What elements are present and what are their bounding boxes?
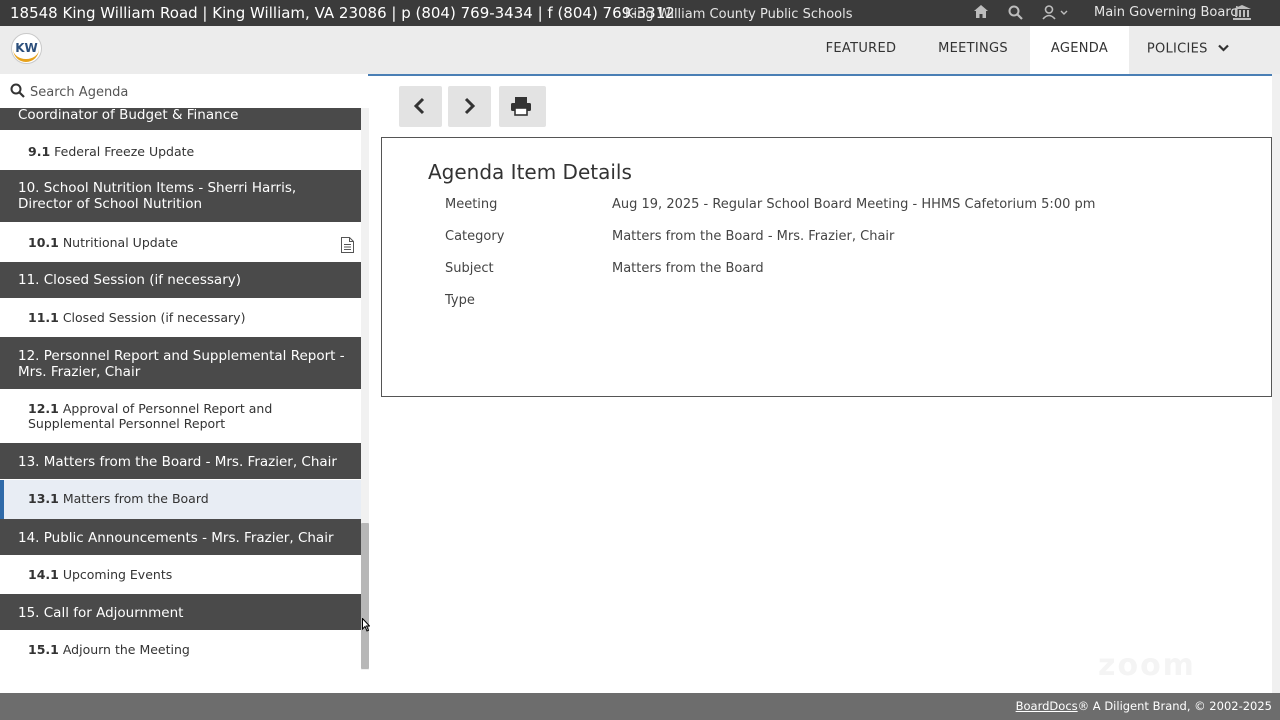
next-item-button[interactable] <box>448 86 491 127</box>
agenda-category[interactable]: 10. School Nutrition Items - Sherri Harr… <box>0 170 361 222</box>
user-icon[interactable] <box>1040 5 1070 21</box>
subject-value: Matters from the Board <box>612 261 764 276</box>
nav-policies-label: POLICIES <box>1146 41 1208 57</box>
item-title: Upcoming Events <box>62 567 173 582</box>
item-number: 11.1 <box>28 310 59 325</box>
category-label: 15. Call for Adjournment <box>18 605 184 621</box>
item-number: 10.1 <box>28 235 59 250</box>
agenda-list: Coordinator of Budget & Finance 9.1 Fede… <box>0 108 361 670</box>
agenda-category[interactable]: 12. Personnel Report and Supplemental Re… <box>0 337 361 389</box>
agenda-category[interactable]: 15. Call for Adjournment <box>0 594 361 630</box>
search-icon[interactable] <box>1006 5 1024 21</box>
category-label: 12. Personnel Report and Supplemental Re… <box>18 348 345 364</box>
agenda-item[interactable]: 9.1 Federal Freeze Update <box>0 144 361 159</box>
agenda-item[interactable]: 10.1 Nutritional Update <box>0 235 361 253</box>
agenda-item-details-panel: Agenda Item Details Meeting Aug 19, 2025… <box>381 137 1272 397</box>
item-title: Federal Freeze Update <box>54 144 195 159</box>
item-title: Nutritional Update <box>62 235 178 250</box>
item-title: Closed Session (if necessary) <box>62 310 246 325</box>
item-number: 12.1 <box>28 401 59 416</box>
district-logo[interactable]: KW <box>11 33 42 64</box>
category-label: Coordinator of Budget & Finance <box>18 108 239 123</box>
agenda-item[interactable]: 11.1 Closed Session (if necessary) <box>0 310 361 325</box>
building-icon[interactable] <box>1232 5 1252 21</box>
meeting-label: Meeting <box>445 197 498 212</box>
nav-featured[interactable]: FEATURED <box>812 26 910 74</box>
agenda-item-selected[interactable]: 13.1 Matters from the Board <box>0 480 361 519</box>
agenda-category[interactable]: Coordinator of Budget & Finance <box>0 108 361 130</box>
nav-underline <box>368 74 1272 76</box>
previous-item-button[interactable] <box>399 86 442 127</box>
nav-policies[interactable]: POLICIES <box>1138 26 1238 74</box>
agenda-item[interactable]: 15.1 Adjourn the Meeting <box>0 642 361 657</box>
type-label: Type <box>445 293 475 308</box>
search-icon <box>10 83 26 99</box>
category-value: Matters from the Board - Mrs. Frazier, C… <box>612 229 895 244</box>
item-number: 13.1 <box>28 491 59 506</box>
document-icon[interactable] <box>341 237 355 253</box>
main-scrollbar[interactable] <box>1272 74 1280 693</box>
item-number: 14.1 <box>28 567 59 582</box>
agenda-category[interactable]: 11. Closed Session (if necessary) <box>0 262 361 298</box>
agenda-item[interactable]: 12.1 Approval of Personnel Report and Su… <box>0 401 361 431</box>
top-info-bar: 18548 King William Road | King William, … <box>0 0 1280 26</box>
item-title: Matters from the Board <box>62 491 209 506</box>
agenda-search <box>0 78 368 108</box>
item-title: Approval of Personnel Report and <box>62 401 273 416</box>
details-title: Agenda Item Details <box>428 160 632 184</box>
agenda-item[interactable]: 14.1 Upcoming Events <box>0 567 361 582</box>
copyright-text: BoardDocs® A Diligent Brand, © 2002-2025 <box>1016 699 1272 713</box>
category-label: Category <box>445 229 505 244</box>
category-label: Director of School Nutrition <box>18 196 203 212</box>
print-button[interactable] <box>499 86 546 127</box>
copyright-rest: ® A Diligent Brand, © 2002-2025 <box>1077 699 1272 713</box>
address-text: 18548 King William Road | King William, … <box>10 4 675 22</box>
search-agenda-input[interactable] <box>30 81 350 103</box>
agenda-category[interactable]: 14. Public Announcements - Mrs. Frazier,… <box>0 519 361 555</box>
item-title: Supplemental Personnel Report <box>28 416 226 431</box>
item-number: 9.1 <box>28 144 51 159</box>
mouse-cursor-icon <box>362 617 371 632</box>
boarddocs-link[interactable]: BoardDocs <box>1016 699 1078 713</box>
nav-meetings[interactable]: MEETINGS <box>924 26 1022 74</box>
meeting-value: Aug 19, 2025 - Regular School Board Meet… <box>612 197 1096 212</box>
category-label: 10. School Nutrition Items - Sherri Harr… <box>18 180 297 196</box>
subject-label: Subject <box>445 261 494 276</box>
footer: BoardDocs® A Diligent Brand, © 2002-2025 <box>0 693 1280 720</box>
sidebar-scrollbar-thumb[interactable] <box>361 523 369 669</box>
zoom-watermark: zoom <box>1098 648 1196 683</box>
nav-agenda[interactable]: AGENDA <box>1030 26 1129 74</box>
category-label: 13. Matters from the Board - Mrs. Frazie… <box>18 454 337 470</box>
organization-name[interactable]: King William County Public Schools <box>625 7 853 22</box>
category-label: 11. Closed Session (if necessary) <box>18 272 241 288</box>
category-label: 14. Public Announcements - Mrs. Frazier,… <box>18 530 334 546</box>
main-nav: KW FEATURED MEETINGS AGENDA POLICIES <box>0 26 1280 74</box>
category-label: Mrs. Frazier, Chair <box>18 364 141 380</box>
board-name[interactable]: Main Governing Board <box>1094 5 1239 20</box>
item-number: 15.1 <box>28 642 59 657</box>
home-icon[interactable] <box>972 5 990 21</box>
chevron-down-icon <box>1218 26 1229 72</box>
item-title: Adjourn the Meeting <box>62 642 190 657</box>
agenda-category[interactable]: 13. Matters from the Board - Mrs. Frazie… <box>0 443 361 479</box>
